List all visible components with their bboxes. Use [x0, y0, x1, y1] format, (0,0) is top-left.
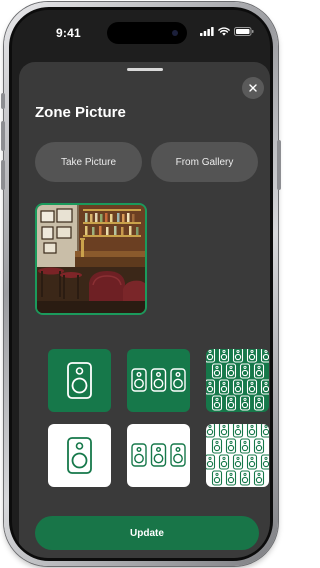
close-button[interactable]	[242, 77, 264, 99]
action-button	[1, 93, 5, 109]
from-gallery-button[interactable]: From Gallery	[151, 142, 258, 182]
zone-picture-sheet: Zone Picture Take Picture From Gallery U…	[19, 62, 270, 558]
update-button[interactable]: Update	[35, 516, 259, 550]
status-time: 9:41	[56, 26, 81, 40]
pattern-tile-speaker-grid-green[interactable]	[206, 349, 269, 412]
update-label: Update	[130, 527, 164, 539]
camera-icon	[172, 30, 178, 36]
take-picture-label: Take Picture	[60, 156, 117, 168]
bar-interior-photo	[37, 205, 145, 313]
pattern-tile-three-speakers-white[interactable]	[127, 424, 190, 487]
status-bar: 9:41	[12, 10, 270, 54]
pattern-tile-speaker-grid-white[interactable]	[206, 424, 269, 487]
dynamic-island	[107, 22, 187, 44]
volume-down-button	[1, 160, 5, 190]
speaker-grid-icon	[206, 349, 269, 412]
cellular-signal-icon	[200, 27, 214, 36]
pattern-tile-single-speaker-white[interactable]	[48, 424, 111, 487]
speaker-grid-icon	[206, 424, 269, 487]
speaker-icon	[48, 349, 111, 412]
volume-up-button	[1, 121, 5, 151]
speakers-icon	[127, 424, 190, 487]
speakers-icon	[127, 349, 190, 412]
power-button	[277, 140, 281, 190]
status-icons	[200, 27, 254, 36]
pattern-tile-single-speaker-green[interactable]	[48, 349, 111, 412]
from-gallery-label: From Gallery	[175, 156, 234, 168]
phone-screen: 9:41 Zone Picture Take Picture From Gall…	[12, 10, 270, 558]
wifi-icon	[218, 27, 230, 36]
close-icon	[249, 84, 257, 92]
take-picture-button[interactable]: Take Picture	[35, 142, 142, 182]
selected-zone-photo[interactable]	[35, 203, 147, 315]
sheet-grabber[interactable]	[127, 68, 163, 71]
pattern-tile-three-speakers-green[interactable]	[127, 349, 190, 412]
battery-icon	[234, 27, 254, 36]
sheet-title: Zone Picture	[35, 104, 126, 121]
speaker-icon	[48, 424, 111, 487]
